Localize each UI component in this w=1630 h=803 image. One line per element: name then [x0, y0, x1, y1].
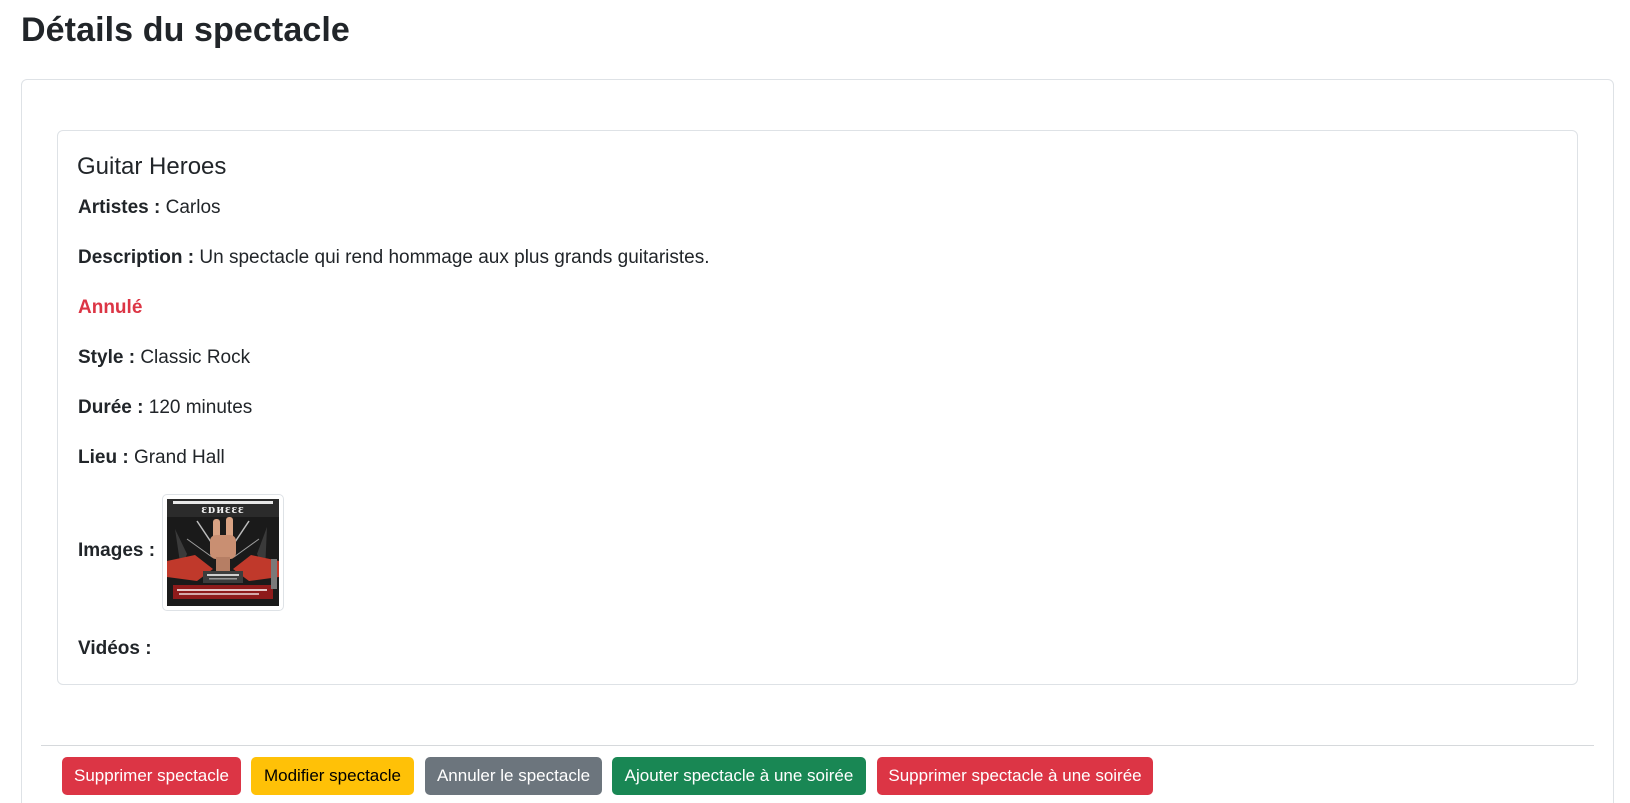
videos-label: Vidéos :: [78, 638, 152, 659]
venue-field: Lieu : Grand Hall: [78, 445, 225, 471]
duration-field: Durée : 120 minutes: [78, 395, 252, 421]
show-image-thumbnail[interactable]: ɛᴅᴎɛɛɛ: [162, 494, 284, 611]
style-field: Style : Classic Rock: [78, 345, 250, 371]
images-label: Images :: [78, 540, 156, 561]
show-title: Guitar Heroes: [77, 153, 227, 180]
description-label: Description :: [78, 247, 195, 268]
venue-value: Grand Hall: [133, 447, 225, 468]
style-label: Style :: [78, 347, 136, 368]
description-field: Description : Un spectacle qui rend homm…: [78, 245, 710, 271]
duration-label: Durée :: [78, 397, 144, 418]
svg-text:ɛᴅᴎɛɛɛ: ɛᴅᴎɛɛɛ: [201, 501, 244, 516]
remove-from-evening-button[interactable]: Supprimer spectacle à une soirée: [877, 757, 1153, 795]
venue-label: Lieu :: [78, 447, 129, 468]
delete-show-button[interactable]: Supprimer spectacle: [62, 757, 241, 795]
page: Détails du spectacle Guitar Heroes Artis…: [0, 0, 1630, 803]
images-field: Images :: [78, 538, 155, 564]
artists-label: Artistes :: [78, 197, 161, 218]
add-to-evening-button[interactable]: Ajouter spectacle à une soirée: [612, 757, 866, 795]
poster-image: ɛᴅᴎɛɛɛ: [167, 499, 279, 606]
duration-value: 120 minutes: [148, 397, 253, 418]
status-badge: Annulé: [78, 297, 143, 318]
show-card: [57, 130, 1578, 685]
page-title: Détails du spectacle: [21, 11, 350, 49]
artists-field: Artistes : Carlos: [78, 195, 221, 221]
videos-field: Vidéos :: [78, 636, 152, 662]
card-footer-divider: [41, 745, 1594, 746]
artists-value: Carlos: [165, 197, 221, 218]
edit-show-button[interactable]: Modifier spectacle: [251, 757, 414, 795]
style-value: Classic Rock: [140, 347, 251, 368]
cancel-show-button[interactable]: Annuler le spectacle: [425, 757, 602, 795]
description-value: Un spectacle qui rend hommage aux plus g…: [199, 247, 710, 268]
